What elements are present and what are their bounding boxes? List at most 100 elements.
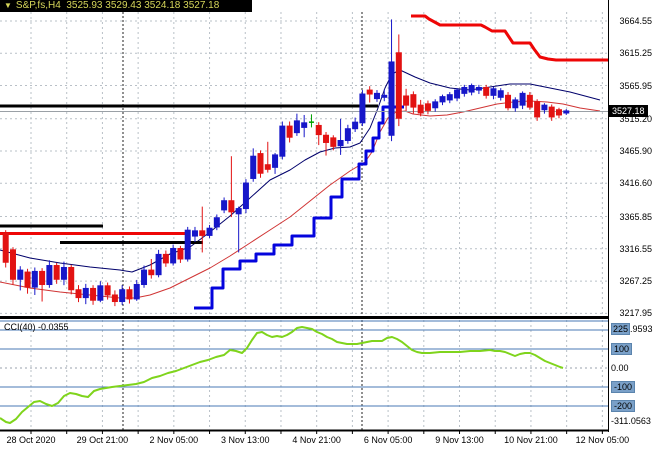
candle-body [141, 269, 148, 286]
candle-body [82, 287, 89, 299]
candle-body [359, 93, 366, 124]
candle-body [31, 270, 38, 288]
candle-body [97, 285, 104, 301]
candle-body [432, 101, 439, 109]
candle-body [162, 253, 169, 264]
price-axis-label: 3316.55 [619, 243, 652, 254]
candle-body [104, 285, 111, 296]
price-axis-label: 3664.55 [619, 16, 652, 26]
candle-body [424, 103, 431, 111]
cci-indicator-label: CCI(40) -0.0355 [4, 322, 69, 332]
candle-body [199, 230, 206, 236]
time-axis-label: 2 Nov 05:00 [149, 435, 199, 445]
candle-body [315, 124, 322, 136]
candle-body [155, 253, 162, 276]
candle-body [9, 249, 16, 280]
candle-body [213, 217, 220, 228]
price-axis-label: 3565.95 [619, 80, 652, 91]
candle-body [242, 182, 249, 210]
candle-body [395, 52, 402, 119]
candle-body [24, 271, 31, 288]
candle-body [446, 94, 453, 101]
candle-body [512, 99, 519, 109]
candle-body [366, 89, 373, 95]
candle-body [323, 134, 330, 143]
candle-body [541, 104, 548, 111]
price-axis-label: 3267.25 [619, 276, 652, 287]
candle-body [60, 266, 67, 280]
price-axis-label: 3217.95 [619, 308, 652, 319]
candle-body [344, 128, 351, 141]
candle-body [257, 153, 264, 174]
candle-body [293, 120, 300, 134]
candle-body [373, 92, 380, 100]
cci-level-label: -100 [611, 381, 636, 393]
candle-body [75, 289, 82, 299]
bid-price-axis-label: 3527.18 [609, 104, 648, 117]
cci-max-label: 225.9593 [611, 323, 653, 335]
price-axis-label: 3416.60 [619, 178, 652, 189]
candle-body [555, 109, 562, 116]
candle-body [417, 104, 424, 114]
cci-min-label: -311.0563 [611, 416, 651, 426]
candle-body [235, 208, 242, 215]
high-value: 3529.43 [105, 0, 142, 11]
candle-body [439, 96, 446, 103]
candle-body [279, 125, 286, 157]
candle-body [170, 248, 177, 264]
symbol-label: S&P,fs,H4 [15, 0, 61, 11]
candle-body [228, 200, 235, 213]
chart-canvas[interactable] [0, 0, 660, 450]
open-value: 3525.93 [66, 0, 103, 11]
candle-body [388, 61, 395, 136]
candle-body [68, 266, 75, 291]
candle-body [264, 164, 271, 170]
time-axis-label: 10 Nov 21:00 [504, 435, 558, 445]
time-axis-label: 28 Oct 2020 [6, 435, 56, 445]
candle-body [177, 248, 184, 260]
candle-body [483, 86, 490, 96]
candle-body [526, 94, 533, 108]
candle-body [454, 89, 461, 99]
candle-body [461, 86, 468, 94]
candle-body [403, 95, 410, 106]
candle-body [17, 269, 24, 280]
candle-body [505, 94, 512, 109]
candle-body [184, 229, 191, 260]
collapse-arrow-icon[interactable]: ▼ [4, 0, 12, 12]
candle-body [286, 125, 293, 138]
candle-body [191, 230, 198, 237]
candle-body [148, 269, 155, 276]
time-axis-label: 4 Nov 21:00 [292, 435, 341, 445]
candle-body [126, 289, 133, 300]
candle-body [490, 88, 497, 96]
time-axis-label: 29 Oct 21:00 [76, 435, 129, 445]
candle-body [272, 154, 279, 168]
candle-body [2, 232, 9, 263]
candle-body [250, 155, 257, 179]
candle-body [519, 92, 526, 106]
candle-body [352, 121, 359, 130]
candle-body [563, 110, 570, 114]
time-axis-label: 12 Nov 05:00 [575, 435, 630, 445]
candle-body [53, 265, 60, 280]
pane-separator [0, 316, 608, 319]
candle-body [221, 200, 228, 211]
price-axis-label: 3615.25 [619, 48, 652, 59]
price-axis-label: 3465.90 [619, 146, 652, 157]
cci-zero-label: 0.00 [611, 363, 629, 373]
price-axis-label: 3365.85 [619, 211, 652, 222]
candle-body [206, 227, 213, 236]
time-axis-label: 6 Nov 05:00 [363, 435, 413, 445]
cci-level-label: -200 [611, 400, 636, 412]
trading-chart-window: { "header": { "collapse_arrow": "▼", "sy… [0, 0, 660, 450]
symbol-ohlc-header: ▼ S&P,fs,H4 3525.93 3529.43 3524.18 3527.… [0, 0, 252, 12]
candle-body [381, 94, 388, 98]
time-axis-label: 3 Nov 13:00 [220, 435, 270, 445]
candle-body [534, 101, 541, 118]
candle-body [46, 265, 53, 286]
candle-body [337, 139, 344, 147]
candle-body [111, 294, 118, 303]
candle-body [475, 86, 482, 91]
close-value: 3527.18 [183, 0, 220, 11]
